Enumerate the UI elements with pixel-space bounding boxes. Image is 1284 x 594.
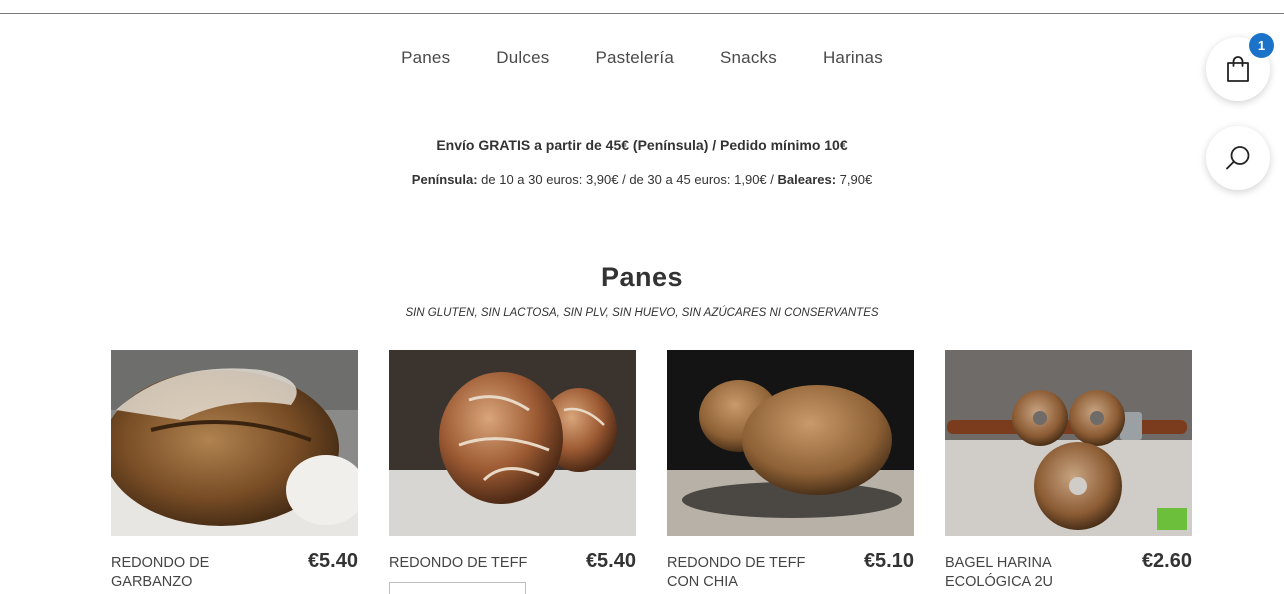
- product-price: €5.10: [863, 550, 914, 572]
- product-image[interactable]: [667, 350, 914, 536]
- header-divider: [0, 13, 1284, 14]
- section-title: Panes: [600, 262, 684, 292]
- peninsula-label: Península:: [411, 172, 478, 187]
- product-image[interactable]: [111, 350, 358, 536]
- product-name[interactable]: REDONDO DE GARBANZO: [111, 554, 281, 592]
- product-price: €5.40: [585, 550, 636, 572]
- nav-item-dulces[interactable]: Dulces: [496, 48, 549, 68]
- peninsula-rates: de 10 a 30 euros: 3,90€ / de 30 a 45 eur…: [477, 172, 778, 187]
- nav-item-snacks[interactable]: Snacks: [720, 48, 777, 68]
- baleares-label: Baleares:: [777, 172, 837, 187]
- category-nav: Panes Dulces Pastelería Snacks Harinas: [0, 48, 1284, 68]
- product-image[interactable]: [389, 350, 636, 536]
- product-price: €2.60: [1141, 550, 1192, 572]
- product-name[interactable]: BAGEL HARINA ECOLÓGICA 2U: [945, 554, 1115, 592]
- shopping-bag-icon: [1227, 56, 1249, 82]
- product-card: BAGEL HARINA ECOLÓGICA 2U €2.60: [945, 350, 1192, 590]
- product-card: REDONDO DE TEFF €5.40: [389, 350, 636, 594]
- shipping-rates: Península: de 10 a 30 euros: 3,90€ / de …: [0, 172, 1284, 187]
- nav-item-pasteleria[interactable]: Pastelería: [595, 48, 674, 68]
- cart-count-badge: 1: [1249, 33, 1274, 58]
- product-name[interactable]: REDONDO DE TEFF: [389, 554, 559, 573]
- nav-item-harinas[interactable]: Harinas: [823, 48, 883, 68]
- section-subtitle: SIN GLUTEN, SIN LACTOSA, SIN PLV, SIN HU…: [405, 307, 879, 319]
- product-image[interactable]: [945, 350, 1192, 536]
- product-card: REDONDO DE TEFF CON CHIA €5.10: [667, 350, 914, 590]
- baleares-rate: 7,90€: [836, 172, 873, 187]
- free-shipping-notice: Envío GRATIS a partir de 45€ (Península)…: [436, 137, 848, 153]
- nav-item-panes[interactable]: Panes: [401, 48, 450, 68]
- product-price: €5.40: [307, 550, 358, 572]
- quantity-selector[interactable]: [389, 582, 526, 594]
- product-card: REDONDO DE GARBANZO €5.40: [111, 350, 358, 590]
- product-name[interactable]: REDONDO DE TEFF CON CHIA: [667, 554, 837, 592]
